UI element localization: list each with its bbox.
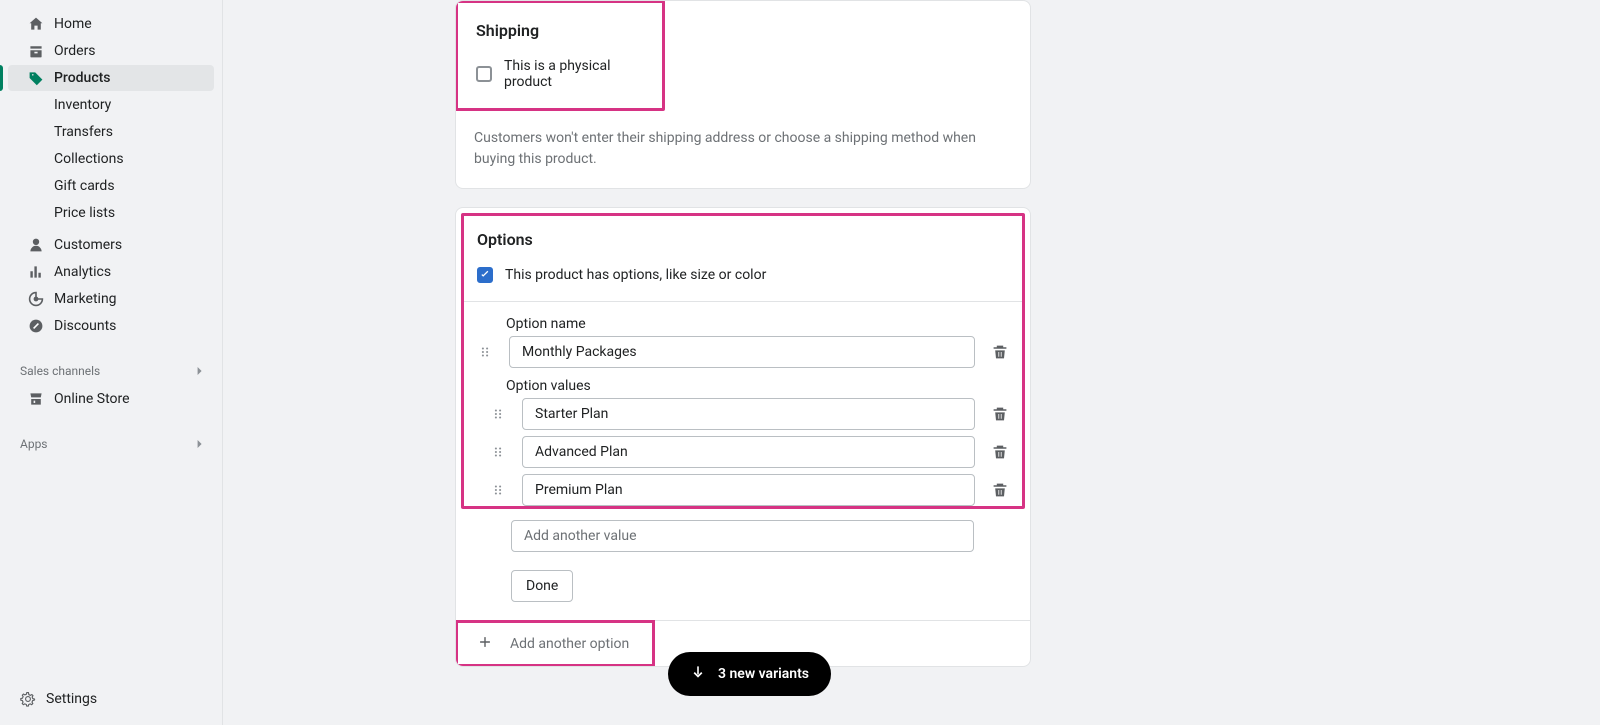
drag-handle-icon[interactable] [490, 483, 506, 497]
done-button[interactable]: Done [511, 570, 573, 602]
customers-icon [28, 237, 44, 253]
shipping-helper-text: Customers won't enter their shipping add… [474, 128, 1012, 170]
new-variants-pill[interactable]: 3 new variants [668, 652, 831, 696]
variants-pill-label: 3 new variants [718, 666, 809, 682]
options-highlight: Options This product has options, like s… [461, 213, 1025, 509]
options-title: Options [477, 230, 1009, 249]
analytics-icon [28, 264, 44, 280]
has-options-row[interactable]: This product has options, like size or c… [477, 267, 1009, 283]
option-name-row [477, 336, 1009, 368]
sidebar-item-label: Products [54, 70, 111, 86]
sidebar-item-online-store[interactable]: Online Store [8, 386, 214, 412]
sidebar-item-orders[interactable]: Orders [8, 38, 214, 64]
option-value-row [477, 436, 1009, 468]
physical-product-row[interactable]: This is a physical product [476, 58, 644, 90]
sidebar-item-analytics[interactable]: Analytics [8, 259, 214, 285]
marketing-icon [28, 291, 44, 307]
has-options-label: This product has options, like size or c… [505, 267, 766, 283]
sidebar-item-discounts[interactable]: Discounts [8, 313, 214, 339]
sidebar-subitem-inventory[interactable]: Inventory [8, 92, 214, 118]
sidebar-subitem-gift-cards[interactable]: Gift cards [8, 173, 214, 199]
shipping-helper-section: Customers won't enter their shipping add… [456, 110, 1030, 188]
sidebar-item-label: Customers [54, 237, 122, 253]
sidebar-subitem-transfers[interactable]: Transfers [8, 119, 214, 145]
physical-product-label: This is a physical product [504, 58, 644, 90]
sidebar-item-label: Discounts [54, 318, 116, 334]
products-icon [28, 70, 44, 86]
sidebar-item-settings[interactable]: Settings [0, 685, 222, 713]
discounts-icon [28, 318, 44, 334]
has-options-checkbox[interactable] [477, 267, 493, 283]
home-icon [28, 16, 44, 32]
add-value-input[interactable] [511, 520, 974, 552]
sales-channels-label: Sales channels [20, 364, 100, 378]
options-card: Options This product has options, like s… [455, 207, 1031, 667]
sidebar-item-label: Orders [54, 43, 96, 59]
sidebar-item-label: Online Store [54, 391, 130, 407]
option-value-input[interactable] [522, 436, 975, 468]
sidebar: Home Orders Products Inventory Transfers… [0, 0, 223, 725]
physical-product-checkbox[interactable] [476, 66, 492, 82]
sidebar-item-label: Analytics [54, 264, 111, 280]
gear-icon [20, 691, 36, 707]
option-value-row [477, 398, 1009, 430]
option-value-row [477, 474, 1009, 506]
orders-icon [28, 43, 44, 59]
delete-value-button[interactable] [991, 444, 1009, 460]
shipping-highlight: Shipping This is a physical product [455, 0, 665, 111]
option-name-label: Option name [506, 316, 1009, 332]
sidebar-subitem-price-lists[interactable]: Price lists [8, 200, 214, 226]
drag-handle-icon[interactable] [490, 407, 506, 421]
sidebar-item-label: Marketing [54, 291, 117, 307]
drag-handle-icon[interactable] [477, 345, 493, 359]
sidebar-item-customers[interactable]: Customers [8, 232, 214, 258]
sidebar-item-marketing[interactable]: Marketing [8, 286, 214, 312]
delete-value-button[interactable] [991, 406, 1009, 422]
settings-label: Settings [46, 691, 97, 707]
option-value-input[interactable] [522, 398, 975, 430]
sidebar-item-home[interactable]: Home [8, 11, 214, 37]
sidebar-subitem-collections[interactable]: Collections [8, 146, 214, 172]
chevron-right-icon [192, 436, 208, 452]
delete-value-button[interactable] [991, 482, 1009, 498]
sidebar-item-label: Home [54, 16, 92, 32]
chevron-right-icon [192, 363, 208, 379]
delete-option-button[interactable] [991, 344, 1009, 360]
plus-icon [478, 634, 492, 653]
store-icon [28, 391, 44, 407]
option-values-label: Option values [506, 378, 1009, 394]
drag-handle-icon[interactable] [490, 445, 506, 459]
apps-label: Apps [20, 437, 48, 451]
option-value-input[interactable] [522, 474, 975, 506]
shipping-title: Shipping [476, 21, 644, 40]
option-name-input[interactable] [509, 336, 975, 368]
add-value-section: Done [456, 514, 1030, 620]
option-editor: Option name Option values [464, 301, 1022, 506]
add-value-row [511, 520, 1008, 552]
add-option-highlight: Add another option [455, 620, 655, 667]
sales-channels-header[interactable]: Sales channels [0, 357, 222, 385]
shipping-card: Shipping This is a physical product Cust… [455, 0, 1031, 189]
arrow-down-icon [690, 664, 706, 684]
add-option-label: Add another option [510, 636, 629, 652]
apps-header[interactable]: Apps [0, 430, 222, 458]
main-content: Shipping This is a physical product Cust… [455, 0, 1031, 685]
sidebar-item-products[interactable]: Products [8, 65, 214, 91]
